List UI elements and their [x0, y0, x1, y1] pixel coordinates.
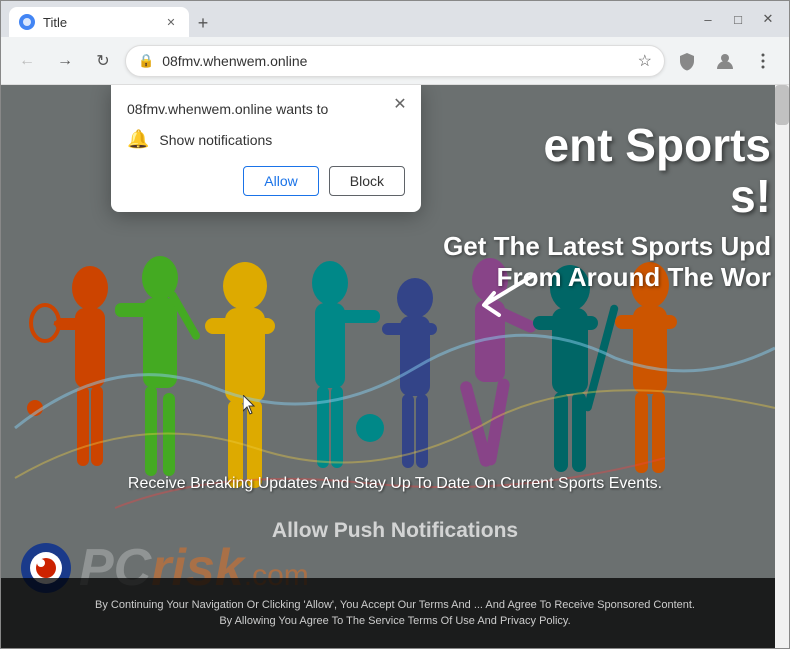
popup-permission-row: 🔔 Show notifications [127, 129, 405, 150]
close-button[interactable]: ✕ [755, 6, 781, 32]
browser-window: Title ✕ + – □ ✕ ← → ↻ 🔒 08fmv.whenwem.on… [0, 0, 790, 649]
bell-icon: 🔔 [127, 129, 149, 150]
banner-text-2: By Allowing You Agree To The Service Ter… [219, 615, 570, 627]
permission-label: Show notifications [159, 132, 272, 148]
subtext-1: Get The Latest Sports Upd [443, 231, 771, 261]
scrollbar-thumb[interactable] [775, 85, 789, 125]
popup-buttons: Allow Block [127, 166, 405, 196]
back-button[interactable]: ← [11, 45, 43, 77]
tab-favicon [19, 14, 35, 30]
maximize-button[interactable]: □ [725, 6, 751, 32]
profile-button[interactable] [709, 45, 741, 77]
tab-close-button[interactable]: ✕ [163, 14, 179, 30]
headline-text-2: s! [730, 170, 771, 222]
title-bar: Title ✕ + – □ ✕ [1, 1, 789, 37]
minimize-button[interactable]: – [695, 6, 721, 32]
bottom-text: Receive Breaking Updates And Stay Up To … [41, 475, 749, 493]
tab-strip: Title ✕ + [9, 1, 681, 37]
popup-close-button[interactable]: ✕ [389, 93, 411, 115]
banner-text-1: By Continuing Your Navigation Or Clickin… [95, 599, 695, 611]
headline-text-1: ent Sports [544, 119, 771, 171]
menu-button[interactable] [747, 45, 779, 77]
shield-button[interactable] [671, 45, 703, 77]
notification-popup: ✕ 08fmv.whenwem.online wants to 🔔 Show n… [111, 85, 421, 212]
nav-bar: ← → ↻ 🔒 08fmv.whenwem.online ☆ [1, 37, 789, 85]
allow-push-text: Allow Push Notifications [272, 519, 518, 542]
tab-title: Title [43, 15, 155, 30]
headline-1: ent Sports s! [443, 120, 771, 221]
content-area: ent Sports s! Get The Latest Sports Upd … [1, 85, 789, 648]
url-text: 08fmv.whenwem.online [162, 53, 625, 69]
arrow-graphic [464, 265, 544, 330]
lock-icon: 🔒 [138, 53, 154, 69]
scrollbar[interactable] [775, 85, 789, 648]
bookmark-icon[interactable]: ☆ [638, 51, 652, 71]
new-tab-button[interactable]: + [189, 9, 217, 37]
bottom-text-area: Receive Breaking Updates And Stay Up To … [41, 475, 749, 493]
forward-button[interactable]: → [49, 45, 81, 77]
address-bar[interactable]: 🔒 08fmv.whenwem.online ☆ [125, 45, 665, 77]
window-controls: – □ ✕ [695, 6, 781, 32]
bottom-banner: By Continuing Your Navigation Or Clickin… [1, 578, 789, 648]
allow-push-area: Allow Push Notifications [1, 519, 789, 543]
refresh-button[interactable]: ↻ [87, 45, 119, 77]
popup-title: 08fmv.whenwem.online wants to [127, 101, 405, 117]
active-tab[interactable]: Title ✕ [9, 7, 189, 37]
block-button[interactable]: Block [329, 166, 405, 196]
allow-button[interactable]: Allow [243, 166, 318, 196]
